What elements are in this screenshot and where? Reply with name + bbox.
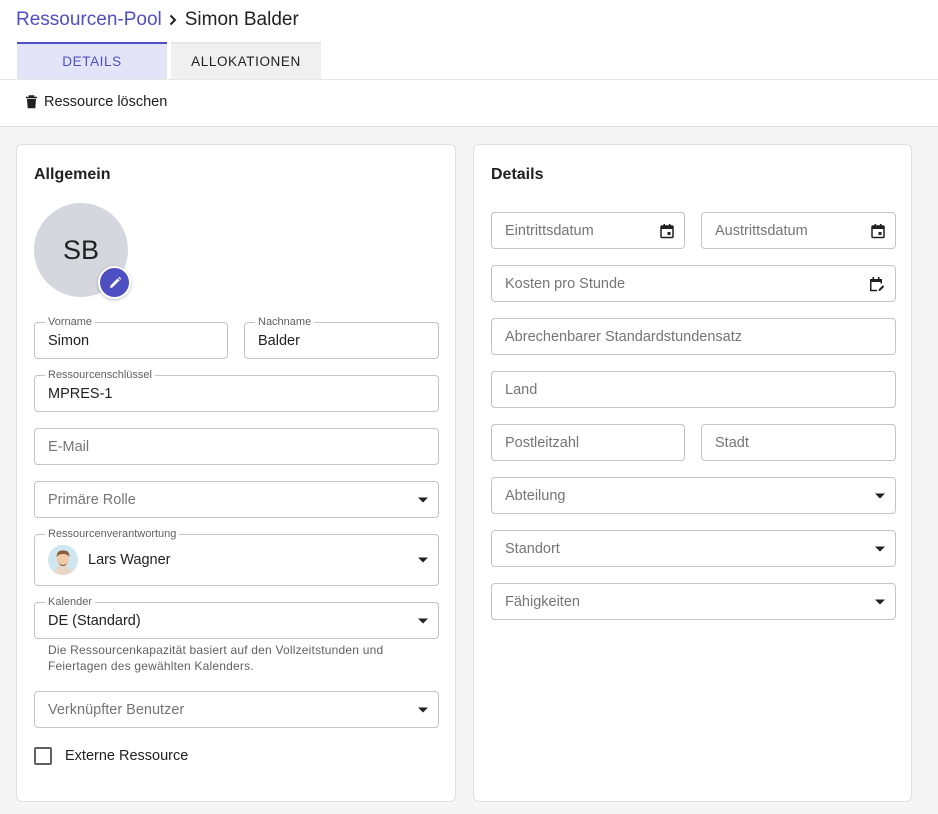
pencil-icon [108, 276, 122, 290]
email-placeholder: E-Mail [48, 438, 90, 455]
resource-responsible-label: Ressourcenverantwortung [45, 527, 180, 541]
details-card-title: Details [491, 166, 544, 183]
email-field[interactable]: E-Mail [34, 428, 439, 465]
entry-date-placeholder: Eintrittsdatum [505, 222, 594, 239]
breadcrumb-current: Simon Balder [184, 9, 299, 30]
calendar-label: Kalender [45, 595, 96, 609]
calendar-helper-text: Die Ressourcenkapazität basiert auf den … [48, 643, 384, 673]
resource-responsible-value: Lars Wagner [88, 552, 171, 568]
cost-per-hour-field[interactable]: Kosten pro Stunde [491, 265, 896, 302]
last-name-field[interactable]: Nachname Balder [244, 315, 439, 359]
tab-bar: DETAILS ALLOKATIONEN [17, 42, 321, 79]
billable-rate-placeholder: Abrechenbarer Standardstundensatz [505, 328, 742, 345]
general-card-title: Allgemein [34, 166, 111, 183]
calendar-value: DE (Standard) [48, 612, 141, 629]
general-card: Allgemein SB Vorname Simon Nachname Bald… [16, 144, 456, 802]
primary-role-placeholder: Primäre Rolle [48, 491, 136, 508]
user-avatar-icon [48, 545, 78, 575]
department-select[interactable]: Abteilung [491, 477, 896, 514]
resource-responsible-select[interactable]: Ressourcenverantwortung Lars Wagner [34, 527, 439, 586]
external-resource-checkbox[interactable] [34, 747, 52, 765]
first-name-field[interactable]: Vorname Simon [34, 315, 228, 359]
linked-user-select[interactable]: Verknüpfter Benutzer [34, 691, 439, 728]
entry-date-field[interactable]: Eintrittsdatum [491, 212, 685, 249]
chevron-right-icon [167, 14, 179, 26]
tab-allocations[interactable]: ALLOKATIONEN [171, 42, 321, 79]
city-field[interactable]: Stadt [701, 424, 896, 461]
last-name-label: Nachname [255, 315, 315, 329]
location-placeholder: Standort [505, 540, 560, 557]
cost-per-hour-placeholder: Kosten pro Stunde [505, 275, 626, 292]
first-name-value: Simon [48, 332, 90, 349]
dropdown-arrow-icon [875, 599, 885, 604]
exit-date-field[interactable]: Austrittsdatum [701, 212, 896, 249]
last-name-value: Balder [258, 332, 300, 349]
postal-code-placeholder: Postleitzahl [505, 434, 580, 451]
skills-select[interactable]: Fähigkeiten [491, 583, 896, 620]
calendar-icon[interactable] [871, 223, 885, 238]
resource-key-field[interactable]: Ressourcenschlüssel MPRES-1 [34, 368, 439, 412]
skills-placeholder: Fähigkeiten [505, 593, 580, 610]
resource-key-label: Ressourcenschlüssel [45, 368, 155, 382]
delete-resource-label: Ressource löschen [44, 94, 168, 110]
billable-rate-field[interactable]: Abrechenbarer Standardstundensatz [491, 318, 896, 355]
primary-role-select[interactable]: Primäre Rolle [34, 481, 439, 518]
country-placeholder: Land [505, 381, 538, 398]
details-card: Details Eintrittsdatum Austrittsdatum Ko… [473, 144, 912, 802]
postal-code-field[interactable]: Postleitzahl [491, 424, 685, 461]
tab-details[interactable]: DETAILS [17, 42, 167, 79]
breadcrumb-resource-pool-link[interactable]: Ressourcen-Pool [16, 9, 162, 31]
avatar-initials: SB [62, 234, 100, 265]
dropdown-arrow-icon [418, 497, 428, 502]
department-placeholder: Abteilung [505, 487, 566, 504]
resource-key-value: MPRES-1 [48, 385, 113, 402]
calendar-select[interactable]: Kalender DE (Standard) [34, 595, 439, 639]
external-resource-row[interactable]: Externe Ressource [34, 747, 188, 765]
location-select[interactable]: Standort [491, 530, 896, 567]
dropdown-arrow-icon [418, 707, 428, 712]
dropdown-arrow-icon [418, 557, 428, 563]
trash-icon [25, 95, 44, 109]
linked-user-placeholder: Verknüpfter Benutzer [48, 701, 185, 718]
exit-date-placeholder: Austrittsdatum [715, 222, 808, 239]
dropdown-arrow-icon [875, 546, 885, 551]
top-bar: Ressourcen-Pool Simon Balder DETAILS ALL… [0, 0, 938, 127]
tab-divider [0, 79, 938, 80]
calendar-edit-icon[interactable] [869, 276, 885, 291]
breadcrumb: Ressourcen-Pool Simon Balder [16, 9, 299, 31]
edit-avatar-button[interactable] [98, 266, 131, 299]
city-placeholder: Stadt [715, 434, 749, 451]
delete-resource-button[interactable]: Ressource löschen [25, 94, 167, 110]
dropdown-arrow-icon [875, 493, 885, 498]
dropdown-arrow-icon [418, 618, 428, 623]
external-resource-label: Externe Ressource [65, 748, 189, 764]
first-name-label: Vorname [45, 315, 96, 329]
calendar-icon[interactable] [660, 223, 674, 238]
country-field[interactable]: Land [491, 371, 896, 408]
